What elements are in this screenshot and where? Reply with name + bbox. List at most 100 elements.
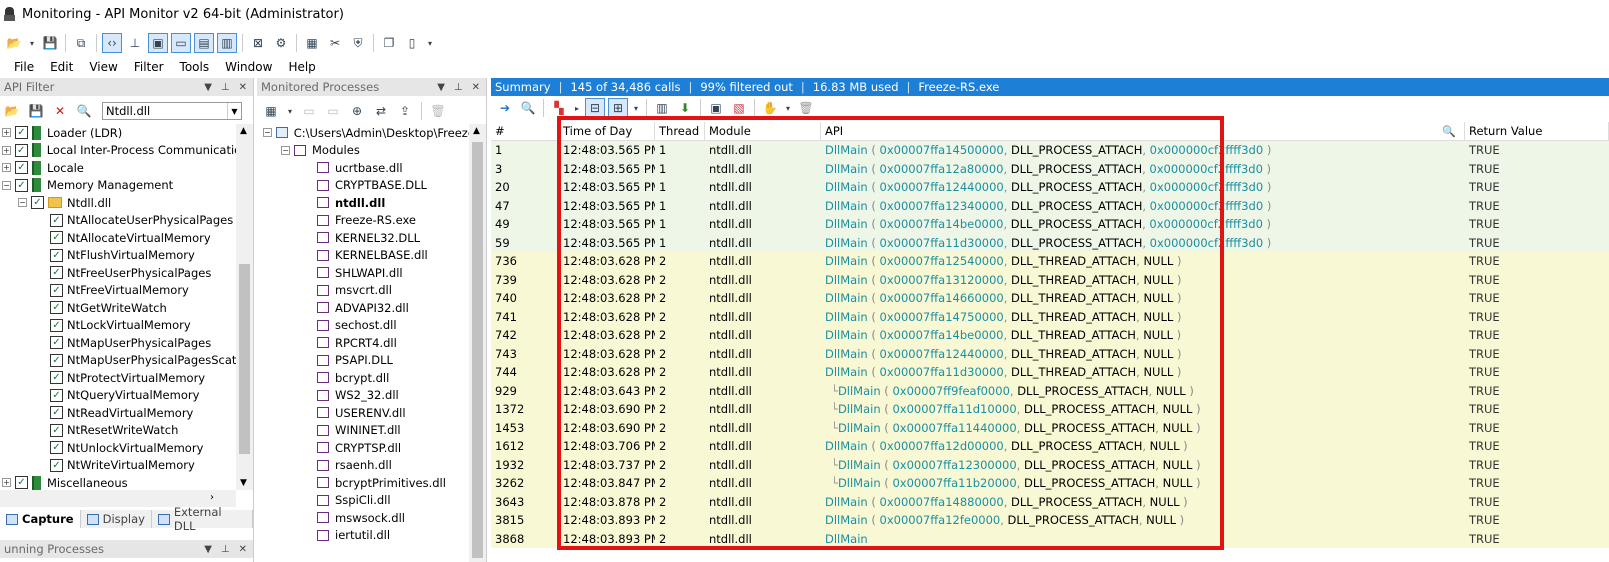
table-row[interactable]: 49 12:48:03.565 PM 1 ntdll.dll DllMain ( 0x0… — [491, 215, 1609, 234]
color-icon[interactable]: ▚ — [549, 98, 569, 118]
open-folder-icon[interactable]: 📂 — [2, 101, 22, 121]
checkbox[interactable]: ✓ — [15, 476, 28, 490]
save-icon[interactable]: 💾 — [40, 33, 60, 53]
download-icon[interactable]: ⬇ — [675, 98, 695, 118]
target-icon[interactable]: ⊕ — [347, 101, 367, 121]
help-icon[interactable]: ▯ — [402, 33, 422, 53]
checkbox[interactable]: ✓ — [50, 458, 63, 472]
module-item[interactable]: rsaenh.dll — [257, 457, 469, 475]
menu-edit[interactable]: Edit — [42, 60, 81, 74]
collapse-icon[interactable]: − — [18, 198, 27, 208]
pages-icon[interactable]: ❐ — [379, 33, 399, 53]
col-time[interactable]: Time of Day — [559, 122, 655, 140]
monitor-process-icon[interactable]: ⊠ — [248, 33, 268, 53]
checkbox[interactable]: ✓ — [50, 248, 63, 262]
window-layout-1-icon[interactable]: ▣ — [148, 33, 168, 53]
table-row[interactable]: 3643 12:48:03.878 PM 2 ntdll.dll DllMain ( 0… — [491, 492, 1609, 511]
api-tree-item[interactable]: +✓ Local Inter-Process Communication (L — [0, 142, 236, 160]
panel-dropdown-icon[interactable]: ▼ — [437, 82, 445, 93]
find-icon[interactable]: 🔍 — [518, 98, 538, 118]
tab-capture[interactable]: Capture — [0, 510, 81, 528]
module-item[interactable]: KERNEL32.DLL — [257, 229, 469, 247]
table-row[interactable]: 20 12:48:03.565 PM 1 ntdll.dll DllMain ( 0x0… — [491, 178, 1609, 197]
dropdown-arrow-icon[interactable]: ▾ — [27, 33, 37, 53]
monitor-new-process-icon[interactable]: ▦ — [261, 101, 281, 121]
col-api[interactable]: API 🔍 — [821, 122, 1465, 140]
module-item[interactable]: PSAPI.DLL — [257, 352, 469, 370]
checkbox[interactable]: ✓ — [50, 441, 63, 455]
checkbox[interactable]: ✓ — [50, 388, 63, 402]
table-row[interactable]: 736 12:48:03.628 PM 2 ntdll.dll DllMain ( 0x… — [491, 252, 1609, 271]
tools-icon[interactable]: ✂ — [325, 33, 345, 53]
module-item[interactable]: SHLWAPI.dll — [257, 264, 469, 282]
module-item[interactable]: ucrtbase.dll — [257, 159, 469, 177]
expand-icon[interactable]: + — [2, 145, 11, 155]
module-item[interactable]: msvcrt.dll — [257, 282, 469, 300]
trash-icon[interactable]: 🗑 — [796, 98, 816, 118]
api-tree-item[interactable]: ✓ NtFreeUserPhysicalPages — [0, 264, 236, 282]
table-row[interactable]: 1 12:48:03.565 PM 1 ntdll.dll DllMain ( 0x00… — [491, 141, 1609, 160]
pipe-icon[interactable]: ⊥ — [125, 33, 145, 53]
checkbox[interactable]: ✓ — [15, 161, 28, 175]
api-tree-item[interactable]: ✓ NtGetWriteWatch — [0, 299, 236, 317]
api-tree-item[interactable]: ✓ NtUnlockVirtualMemory — [0, 439, 236, 457]
module-item[interactable]: bcrypt.dll — [257, 369, 469, 387]
menu-view[interactable]: View — [81, 60, 125, 74]
checkbox[interactable]: ✓ — [50, 283, 63, 297]
module-item[interactable]: SspiCli.dll — [257, 492, 469, 510]
module-item[interactable]: Freeze-RS.exe — [257, 212, 469, 230]
module-item[interactable]: CRYPTBASE.DLL — [257, 177, 469, 195]
table-row[interactable]: 743 12:48:03.628 PM 2 ntdll.dll DllMain ( 0x… — [491, 344, 1609, 363]
search-icon[interactable]: 🔍 — [1442, 125, 1456, 138]
api-tree-item[interactable]: ✓ NtMapUserPhysicalPagesScat — [0, 352, 236, 370]
col-thread[interactable]: Thread — [655, 122, 705, 140]
scroll-up-icon[interactable]: ▲ — [240, 126, 247, 136]
dropdown-arrow-icon[interactable]: ▾ — [631, 98, 641, 118]
api-tree-item[interactable]: + ✓ Locale — [0, 159, 236, 177]
module-item[interactable]: USERENV.dll — [257, 404, 469, 422]
module-item[interactable]: bcryptPrimitives.dll — [257, 474, 469, 492]
hand-icon[interactable]: ✋ — [760, 98, 780, 118]
tree-view-icon[interactable]: ⊟ — [585, 98, 605, 118]
checkbox[interactable]: ✓ — [50, 336, 63, 350]
pin-icon[interactable]: ⊥ — [454, 82, 463, 93]
table-row[interactable]: 3868 12:48:03.893 PM 2 ntdll.dll DllMain TRUE — [491, 529, 1609, 548]
go-to-icon[interactable]: ➔ — [495, 98, 515, 118]
table-row[interactable]: 929 12:48:03.643 PM 2 ntdll.dll └ DllMain ( 0… — [491, 381, 1609, 400]
window-layout-4-icon[interactable]: ▥ — [217, 33, 237, 53]
columns-icon[interactable]: ▥ — [652, 98, 672, 118]
pin-icon[interactable]: ⊥ — [221, 82, 230, 93]
api-tree-item[interactable]: − ✓ Memory Management — [0, 177, 236, 195]
checkbox[interactable]: ✓ — [14, 143, 28, 157]
chevron-down-icon[interactable]: ▼ — [227, 103, 241, 119]
table-row[interactable]: 1453 12:48:03.690 PM 2 ntdll.dll └ DllMain ( … — [491, 418, 1609, 437]
pause-icon[interactable]: ▭ — [299, 101, 319, 121]
stop-icon[interactable]: ▭ — [323, 101, 343, 121]
collapse-icon[interactable]: − — [281, 145, 290, 155]
checkbox[interactable]: ✓ — [50, 213, 63, 227]
module-item[interactable]: WININET.dll — [257, 422, 469, 440]
scroll-up-icon[interactable]: ▲ — [473, 126, 480, 136]
checkbox[interactable]: ✓ — [31, 196, 44, 210]
col-module[interactable]: Module — [705, 122, 821, 140]
table-row[interactable]: 3262 12:48:03.847 PM 2 ntdll.dll └ DllMain ( … — [491, 474, 1609, 493]
module-item[interactable]: iertutil.dll — [257, 527, 469, 545]
table-row[interactable]: 3 12:48:03.565 PM 1 ntdll.dll DllMain ( 0x00… — [491, 159, 1609, 178]
checkbox[interactable]: ✓ — [15, 178, 28, 192]
trash-icon[interactable]: 🗑 — [428, 101, 448, 121]
expand-icon[interactable]: + — [2, 163, 11, 173]
table-row[interactable]: 59 12:48:03.565 PM 1 ntdll.dll DllMain ( 0x0… — [491, 233, 1609, 252]
module-item[interactable]: mswsock.dll — [257, 509, 469, 527]
dropdown-arrow-icon[interactable]: ▾ — [285, 101, 295, 121]
collapse-icon[interactable]: − — [263, 128, 272, 138]
code-icon[interactable]: ‹› — [102, 33, 122, 53]
table-row[interactable]: 47 12:48:03.565 PM 1 ntdll.dll DllMain ( 0x0… — [491, 196, 1609, 215]
close-icon[interactable]: ✕ — [239, 82, 247, 93]
clear-breakpoint-icon[interactable]: ▧ — [729, 98, 749, 118]
api-tree-scrollbar[interactable]: ▲ ▼ — [236, 124, 253, 490]
table-row[interactable]: 1612 12:48:03.706 PM 2 ntdll.dll DllMain ( 0… — [491, 437, 1609, 456]
module-item[interactable]: ntdll.dll — [257, 194, 469, 212]
api-tree-item[interactable]: ✓ NtAllocateUserPhysicalPages — [0, 212, 236, 230]
flat-view-icon[interactable]: ⊞ — [608, 98, 628, 118]
api-tree-item[interactable]: ✓ NtQueryVirtualMemory — [0, 387, 236, 405]
